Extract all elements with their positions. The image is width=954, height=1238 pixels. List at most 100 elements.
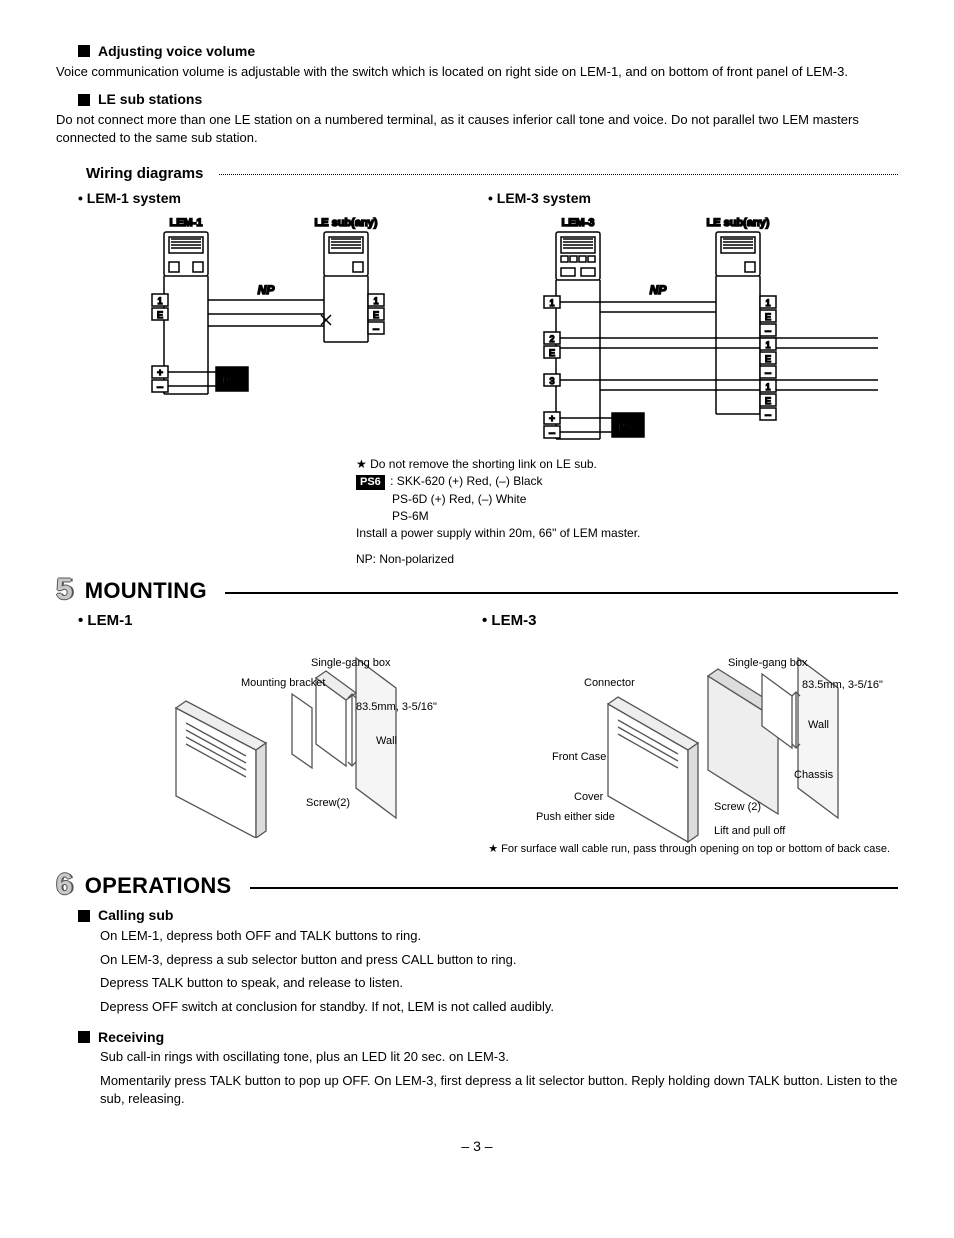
receiving-l2: Momentarily press TALK button to pop up …: [100, 1072, 898, 1107]
section-num-5: 5: [56, 575, 73, 605]
lbl-plus: +: [549, 414, 555, 425]
lbl-E: E: [373, 310, 379, 320]
section-operations-head: 6 OPERATIONS: [56, 870, 898, 900]
mount-lem1: • LEM-1: [56, 607, 458, 837]
lbl-cover: Cover: [574, 790, 603, 805]
body-adjusting: Voice communication volume is adjustable…: [56, 63, 898, 81]
section-le-sub: LE sub stations: [56, 90, 898, 109]
ps6-badge: PS6: [356, 475, 385, 490]
section-rule: [225, 592, 898, 594]
mount-lem3: • LEM-3: [478, 607, 898, 837]
square-icon: [78, 1031, 90, 1043]
lbl-dim: 83.5mm, 3-5/16": [802, 678, 883, 693]
heading-text: Adjusting voice volume: [98, 42, 255, 61]
lbl-wall: Wall: [376, 734, 397, 749]
lbl-front-case: Front Case: [552, 750, 606, 765]
lbl-dim: 83.5mm, 3-5/16": [356, 700, 437, 715]
wiring-lem3-svg: LEM-3 LE sub(any): [478, 214, 898, 474]
lbl-le-sub: LE sub(any): [707, 217, 770, 229]
calling-l4: Depress OFF switch at conclusion for sta…: [100, 998, 898, 1016]
lbl-minus: –: [549, 428, 555, 439]
heading-calling: Calling sub: [78, 906, 898, 925]
lbl-np: NP: [650, 283, 668, 297]
dotted-rule: [219, 174, 898, 175]
lbl-ps6: PS6: [618, 421, 639, 433]
lbl-push-either: Push either side: [536, 810, 615, 825]
lbl-1: 1: [765, 340, 770, 350]
section-title-mounting: MOUNTING: [85, 576, 207, 606]
calling-l2: On LEM-3, depress a sub selector button …: [100, 951, 898, 969]
lbl-screw2b: Screw (2): [714, 800, 761, 815]
section-num-6: 6: [56, 870, 73, 900]
lbl-2: 2: [549, 334, 554, 344]
body-le-sub: Do not connect more than one LE station …: [56, 111, 898, 146]
lbl-lem3: LEM-3: [562, 217, 595, 229]
lbl-1: 1: [765, 382, 770, 392]
section-title-operations: OPERATIONS: [85, 871, 232, 901]
lbl-E: E: [765, 396, 771, 406]
heading-le-sub: LE sub stations: [78, 90, 898, 109]
wiring-lem1-svg: LEM-1 LE sub(any): [56, 214, 436, 454]
lbl-1: 1: [765, 298, 770, 308]
mount-lem1-title: • LEM-1: [78, 611, 458, 631]
note-ps6m: PS-6M: [356, 508, 898, 524]
lbl-np: NP: [258, 283, 276, 297]
lbl-3: 3: [549, 376, 554, 386]
note-ps6line: : SKK-620 (+) Red, (–) Black: [390, 474, 542, 488]
wiring-lem1-diagram: LEM-1 LE sub(any): [56, 214, 452, 454]
lbl-minus: –: [373, 324, 379, 335]
calling-l3: Depress TALK button to speak, and releas…: [100, 974, 898, 992]
note-install: Install a power supply within 20m, 66" o…: [356, 525, 898, 541]
lbl-screw2: Screw(2): [306, 796, 350, 811]
note-ps6d: PS-6D (+) Red, (–) White: [356, 491, 898, 507]
lbl-E: E: [549, 348, 555, 358]
wiring-area: • LEM-1 system LEM-1 LE sub(any): [56, 185, 898, 454]
calling-body: On LEM-1, depress both OFF and TALK butt…: [78, 927, 898, 1015]
mounting-row: • LEM-1: [56, 607, 898, 837]
lbl-lift-pull: Lift and pull off: [714, 824, 785, 839]
lbl-1: 1: [373, 296, 378, 306]
heading-wiring-row: Wiring diagrams: [56, 164, 898, 184]
svg-text:–: –: [765, 410, 771, 421]
document-page: Adjusting voice volume Voice communicati…: [0, 0, 954, 1238]
square-icon: [78, 45, 90, 57]
wiring-lem3-col: • LEM-3 system LEM-3 LE sub(any): [478, 185, 898, 454]
receiving-body: Sub call-in rings with oscillating tone,…: [78, 1048, 898, 1107]
heading-wiring: Wiring diagrams: [86, 164, 203, 184]
lbl-wall: Wall: [808, 718, 829, 733]
lem1-system-title: • LEM-1 system: [78, 189, 452, 208]
lbl-1: 1: [157, 296, 162, 306]
svg-text:–: –: [765, 326, 771, 337]
lbl-minus: –: [157, 382, 163, 393]
calling-l1: On LEM-1, depress both OFF and TALK butt…: [100, 927, 898, 945]
heading-text: Receiving: [98, 1028, 164, 1047]
section-rule: [250, 887, 898, 889]
page-number: – 3 –: [56, 1137, 898, 1156]
lbl-mounting-bracket: Mounting bracket: [241, 676, 301, 691]
receiving-l1: Sub call-in rings with oscillating tone,…: [100, 1048, 898, 1066]
square-icon: [78, 94, 90, 106]
lbl-le-sub: LE sub(any): [315, 217, 378, 229]
square-icon: [78, 910, 90, 922]
lbl-E: E: [765, 354, 771, 364]
mount-lem3-fig: Single-gang box Connector 83.5mm, 3-5/16…: [478, 638, 898, 838]
lbl-single-gang: Single-gang box: [728, 656, 808, 671]
section-mounting-head: 5 MOUNTING: [56, 575, 898, 605]
wiring-lem3-diagram: LEM-3 LE sub(any): [478, 214, 898, 454]
lbl-connector: Connector: [584, 676, 635, 691]
lbl-lem1: LEM-1: [170, 217, 203, 229]
lbl-E: E: [765, 312, 771, 322]
lbl-chassis: Chassis: [794, 768, 833, 783]
heading-text: LE sub stations: [98, 90, 202, 109]
heading-text: Calling sub: [98, 906, 173, 925]
receiving-block: Receiving Sub call-in rings with oscilla…: [56, 1028, 898, 1108]
section-adjusting: Adjusting voice volume: [56, 42, 898, 61]
lbl-1: 1: [549, 298, 554, 308]
lem3-system-title: • LEM-3 system: [488, 189, 898, 208]
svg-text:–: –: [765, 368, 771, 379]
calling-block: Calling sub On LEM-1, depress both OFF a…: [56, 906, 898, 1015]
heading-receiving: Receiving: [78, 1028, 898, 1047]
lbl-plus: +: [157, 368, 163, 379]
lbl-ps6: PS6: [222, 375, 243, 387]
note-np: NP: Non-polarized: [356, 551, 898, 567]
